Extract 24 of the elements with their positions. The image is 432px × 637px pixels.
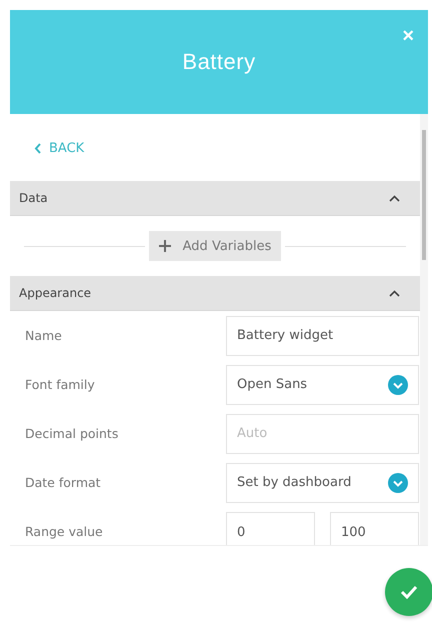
section-header[interactable]: Appearance xyxy=(10,276,420,311)
select-field[interactable]: Open Sans xyxy=(226,364,419,404)
confirm-button[interactable] xyxy=(385,568,432,616)
section-title: Appearance xyxy=(19,286,92,300)
input-field[interactable]: Battery widget xyxy=(226,316,419,356)
plus-icon xyxy=(158,240,171,252)
add-variables-button[interactable]: Add Variables xyxy=(148,231,282,261)
select-field[interactable]: Set by dashboard xyxy=(226,462,419,502)
input-field[interactable]: 0 xyxy=(226,512,315,545)
section-title: Data xyxy=(19,191,48,205)
input-field[interactable]: Auto xyxy=(226,414,419,454)
field-label: Name xyxy=(25,328,63,343)
field-label: Font family xyxy=(25,377,96,392)
chevron-left-icon xyxy=(34,142,42,154)
field-label: Date format xyxy=(25,475,102,490)
dialog-title: Battery xyxy=(182,49,256,75)
input-field[interactable]: 100 xyxy=(330,512,419,545)
section-header[interactable]: Data xyxy=(10,181,420,216)
field-label: Range value xyxy=(25,524,104,539)
check-icon xyxy=(400,585,418,599)
dropdown-icon xyxy=(388,472,408,492)
field-label: Decimal points xyxy=(25,426,120,441)
scrollbar-thumb[interactable] xyxy=(422,130,426,260)
dropdown-icon xyxy=(388,374,408,394)
